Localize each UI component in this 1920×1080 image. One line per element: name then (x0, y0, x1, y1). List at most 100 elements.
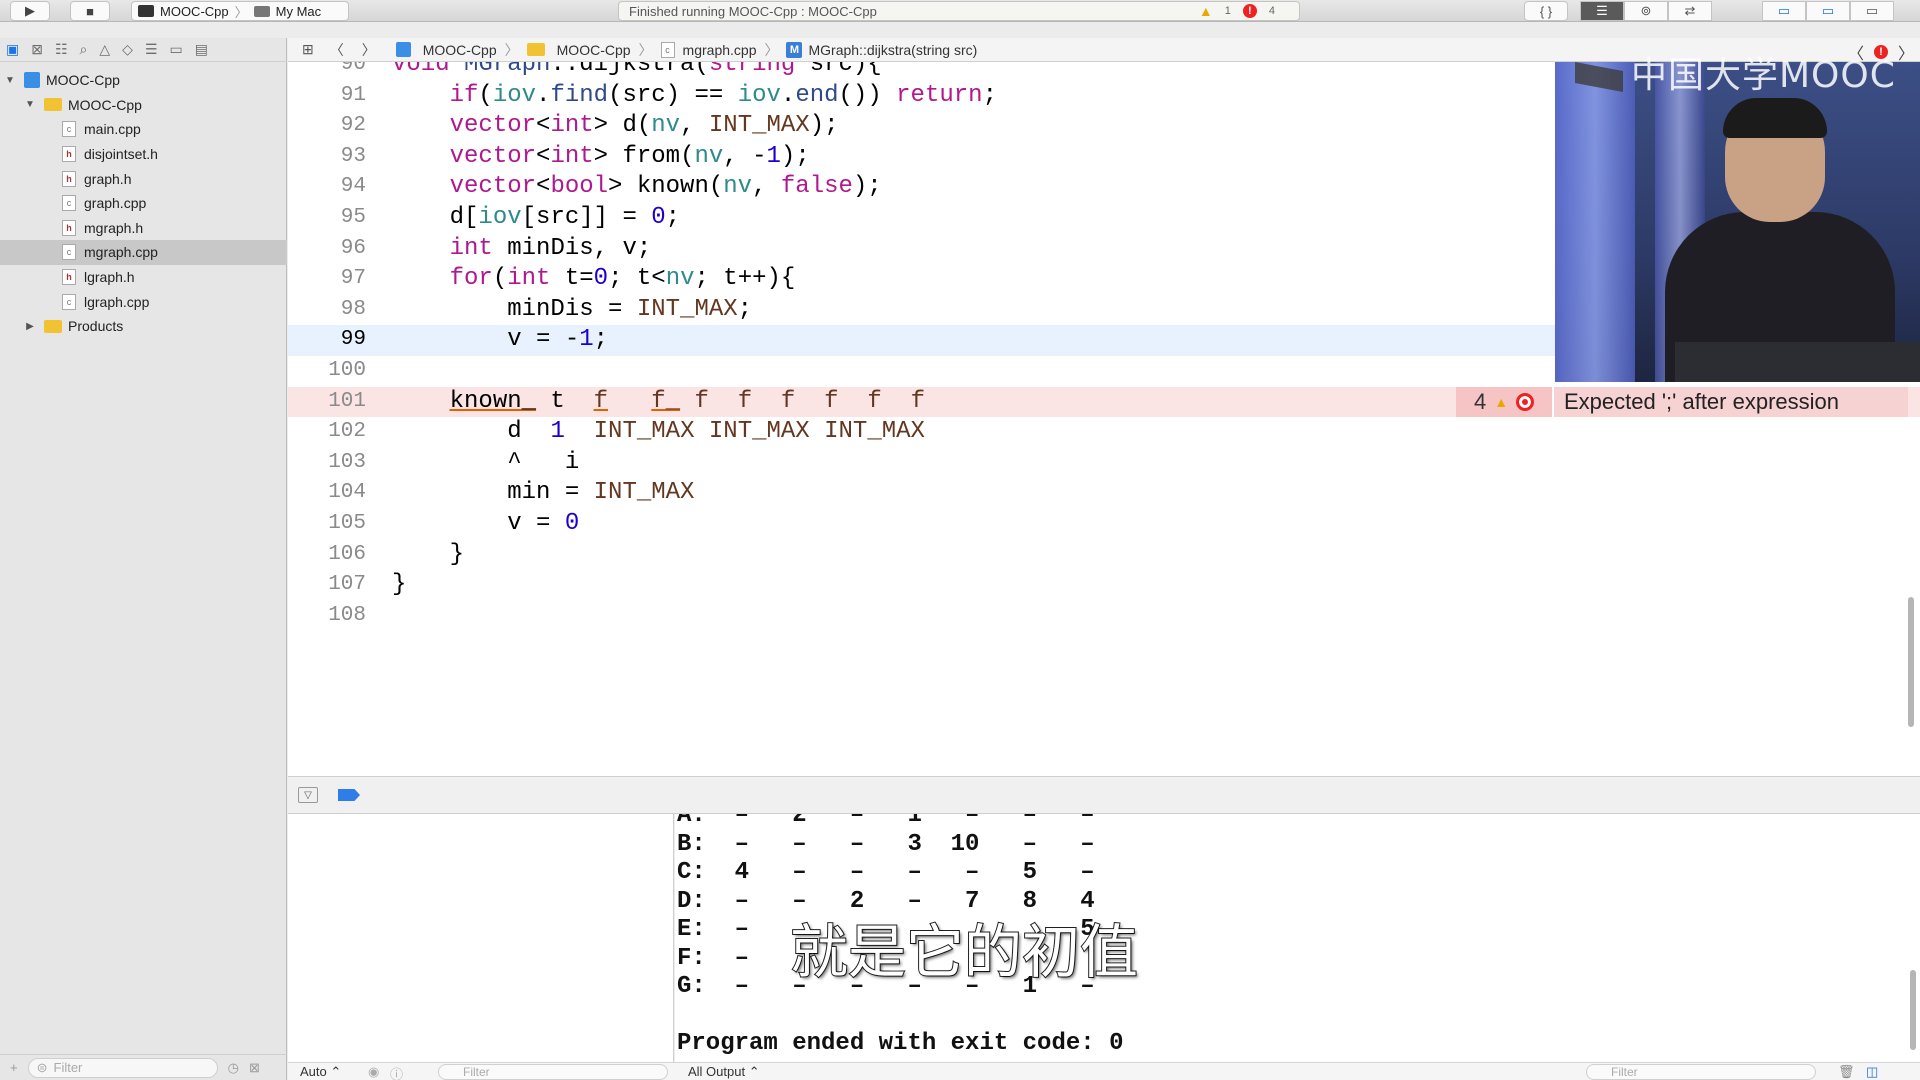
related-items-icon[interactable]: ⊞ (302, 41, 314, 58)
output-selector[interactable]: All Output ⌃ (688, 1064, 760, 1080)
prev-issue-icon[interactable]: 〈 (1848, 40, 1864, 64)
disclosure-closed-icon[interactable]: ▶ (24, 321, 36, 332)
code-text[interactable]: } (392, 540, 464, 571)
tree-item-project[interactable]: ▼ MOOC-Cpp (0, 68, 287, 93)
version-editor-button[interactable]: ⇄ (1668, 1, 1712, 21)
line-number[interactable]: 90 (288, 62, 366, 81)
editor-scrollbar[interactable] (1908, 597, 1914, 727)
breakpoints-toggle-icon[interactable] (338, 789, 360, 801)
code-text[interactable]: v = 0 (392, 509, 579, 540)
line-number[interactable]: 107 (288, 570, 366, 601)
line-number[interactable]: 93 (288, 142, 366, 173)
auto-variables-selector[interactable]: Auto ⌃ (300, 1064, 341, 1080)
tree-item-file[interactable]: c lgraph.cpp (0, 289, 287, 314)
code-line[interactable]: 106 } (288, 540, 1920, 571)
tree-item-file[interactable]: h lgraph.h (0, 265, 287, 290)
stop-button[interactable]: ■ (70, 1, 110, 21)
debug-nav-icon[interactable]: ☰ (145, 41, 158, 58)
scm-filter-icon[interactable]: ⊠ (249, 1060, 260, 1076)
console-filter-input[interactable]: Filter (1586, 1064, 1816, 1080)
toggle-navigator-button[interactable]: ▭ (1762, 1, 1806, 21)
eye-icon[interactable]: ◉ (368, 1064, 379, 1080)
variables-filter-input[interactable]: Filter (438, 1064, 668, 1080)
line-number[interactable]: 102 (288, 417, 366, 448)
add-icon[interactable]: + (10, 1060, 18, 1075)
line-number[interactable]: 95 (288, 203, 366, 234)
test-nav-icon[interactable]: ◇ (122, 41, 133, 58)
info-icon[interactable]: ⓘ (390, 1064, 403, 1080)
line-number[interactable]: 104 (288, 478, 366, 509)
issue-counts[interactable]: ▲ 1 ! 4 (1199, 3, 1275, 19)
line-number[interactable]: 106 (288, 540, 366, 571)
tree-item-products[interactable]: ▶ Products (0, 314, 287, 339)
issue-count-badge[interactable]: 4 ▲ (1456, 386, 1552, 418)
run-button[interactable]: ▶ (10, 1, 50, 21)
tree-item-file[interactable]: h mgraph.h (0, 216, 287, 241)
code-line[interactable]: 107} (288, 570, 1920, 601)
line-number[interactable]: 98 (288, 295, 366, 326)
issue-nav-icon[interactable]: △ (99, 41, 110, 58)
assistant-editor-button[interactable]: ⊚ (1624, 1, 1668, 21)
line-number[interactable]: 103 (288, 448, 366, 479)
tree-item-file[interactable]: c mgraph.cpp (0, 240, 287, 265)
code-line[interactable]: 101 known_ t f f_ f f f f f f 4 ▲ Expected … (288, 386, 1920, 418)
tree-item-file[interactable]: h disjointset.h (0, 142, 287, 167)
line-number[interactable]: 99 (288, 325, 366, 356)
toggle-debug-button[interactable]: ▭ (1806, 1, 1850, 21)
console-scrollbar[interactable] (1910, 970, 1916, 1050)
scheme-selector[interactable]: MOOC-Cpp 〉 My Mac (131, 1, 349, 21)
next-issue-icon[interactable]: 〉 (1898, 40, 1914, 64)
line-number[interactable]: 100 (288, 356, 366, 387)
standard-editor-button[interactable]: ☰ (1580, 1, 1624, 21)
report-nav-icon[interactable]: ▤ (195, 41, 208, 58)
code-text[interactable]: vector<bool> known(nv, false); (392, 172, 882, 203)
code-text[interactable]: vector<int> from(nv, -1); (392, 142, 810, 173)
recent-files-icon[interactable]: ◷ (228, 1060, 239, 1076)
crumb-group[interactable]: MOOC-Cpp (526, 42, 631, 58)
symbol-nav-icon[interactable]: ☷ (55, 41, 68, 58)
tree-item-file[interactable]: h graph.h (0, 166, 287, 191)
code-text[interactable]: for(int t=0; t<nv; t++){ (392, 264, 796, 295)
code-line[interactable]: 104 min = INT_MAX (288, 478, 1920, 509)
code-text[interactable]: known_ t f f_ f f f f f f (392, 387, 925, 418)
toggle-utilities-button[interactable]: ▭ (1850, 1, 1894, 21)
line-number[interactable]: 94 (288, 172, 366, 203)
code-text[interactable]: vector<int> d(nv, INT_MAX); (392, 111, 839, 142)
code-line[interactable]: 102 d 1 INT_MAX INT_MAX INT_MAX (288, 417, 1920, 448)
code-text[interactable]: ^ i (392, 448, 579, 479)
line-number[interactable]: 92 (288, 111, 366, 142)
code-text[interactable]: if(iov.find(src) == iov.end()) return; (392, 81, 997, 112)
source-control-nav-icon[interactable]: ⊠ (31, 41, 43, 58)
disclosure-open-icon[interactable]: ▼ (4, 75, 16, 86)
forward-arrow-icon[interactable]: 〉 (362, 40, 376, 60)
code-text[interactable]: minDis = INT_MAX; (392, 295, 752, 326)
tree-item-group[interactable]: ▼ MOOC-Cpp (0, 93, 287, 118)
trash-icon[interactable]: 🗑 (1838, 1064, 1855, 1080)
line-number[interactable]: 96 (288, 234, 366, 265)
crumb-file[interactable]: c mgraph.cpp (660, 41, 756, 58)
error-annotation[interactable]: 4 ▲ Expected ';' after expression (1456, 386, 1908, 418)
line-number[interactable]: 108 (288, 601, 366, 632)
breakpoint-nav-icon[interactable]: ▭ (170, 41, 183, 58)
code-text[interactable]: } (392, 570, 406, 601)
code-text[interactable]: v = -1; (392, 325, 608, 356)
line-number[interactable]: 105 (288, 509, 366, 540)
disclosure-open-icon[interactable]: ▼ (24, 99, 36, 110)
line-number[interactable]: 97 (288, 264, 366, 295)
hide-debug-area-button[interactable]: ▽ (298, 787, 318, 803)
split-view-icon[interactable]: ◫ (1866, 1064, 1878, 1080)
folder-nav-icon[interactable]: ▣ (6, 41, 19, 58)
code-text[interactable]: void MGraph::dijkstra(string src){ (392, 62, 882, 81)
back-arrow-icon[interactable]: 〈 (330, 40, 344, 60)
code-line[interactable]: 108 (288, 601, 1920, 632)
code-text[interactable]: d[iov[src]] = 0; (392, 203, 680, 234)
crumb-method[interactable]: M MGraph::dijkstra(string src) (786, 41, 977, 58)
line-number[interactable]: 101 (288, 387, 366, 418)
tree-item-file[interactable]: c graph.cpp (0, 191, 287, 216)
search-nav-icon[interactable]: ⌕ (80, 41, 88, 58)
navigator-filter-input[interactable]: ⊜ Filter (27, 1057, 218, 1078)
code-line[interactable]: 103 ^ i (288, 448, 1920, 479)
code-text[interactable]: d 1 INT_MAX INT_MAX INT_MAX (392, 417, 925, 448)
tree-item-file[interactable]: c main.cpp (0, 117, 287, 142)
code-text[interactable]: min = INT_MAX (392, 478, 694, 509)
